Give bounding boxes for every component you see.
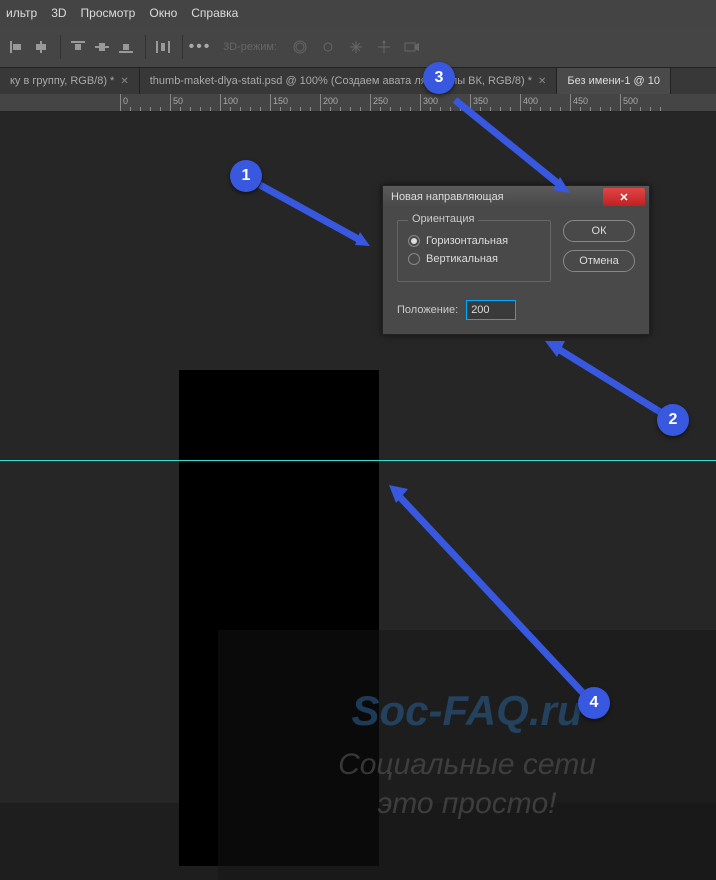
new-guide-dialog: Новая направляющая ✕ Ориентация Горизонт… (382, 185, 650, 335)
close-icon[interactable]: ✕ (538, 76, 546, 87)
ruler-tick-label: 250 (373, 96, 388, 106)
align-left-icon[interactable] (8, 38, 26, 56)
radio-horizontal[interactable]: Горизонтальная (408, 235, 540, 247)
light-icon[interactable] (319, 38, 337, 56)
distribute-vcenter-icon[interactable] (93, 38, 111, 56)
position-input[interactable] (466, 300, 516, 320)
ok-button[interactable]: ОК (563, 220, 635, 242)
move-icon[interactable] (375, 38, 393, 56)
orientation-fieldset: Ориентация Горизонтальная Вертикальная (397, 220, 551, 282)
close-icon[interactable]: ✕ (120, 76, 128, 87)
radio-label: Вертикальная (426, 253, 498, 265)
more-options-icon[interactable]: ••• (191, 38, 209, 56)
toolbar: ••• 3D-режим: (0, 26, 716, 68)
annotation-arrow-3 (445, 95, 585, 205)
dialog-close-button[interactable]: ✕ (603, 188, 645, 206)
close-icon: ✕ (619, 191, 628, 204)
annotation-arrow-1 (255, 180, 385, 260)
annotation-badge-2: 2 (657, 404, 689, 436)
fieldset-legend: Ориентация (408, 213, 478, 225)
document-tab-3[interactable]: Без имени-1 @ 10 (557, 68, 671, 94)
orbit-icon[interactable] (291, 38, 309, 56)
radio-label: Горизонтальная (426, 235, 508, 247)
annotation-arrow-2 (535, 335, 675, 425)
menu-help[interactable]: Справка (191, 6, 238, 20)
menu-view[interactable]: Просмотр (81, 6, 136, 20)
tab-label: Без имени-1 @ 10 (567, 75, 660, 87)
radio-icon (408, 235, 420, 247)
menu-3d[interactable]: 3D (51, 6, 66, 20)
tabs-bar: ку в группу, RGB/8) * ✕ thumb-maket-dlya… (0, 68, 716, 94)
menu-window[interactable]: Окно (149, 6, 177, 20)
ruler-tick-label: 0 (123, 96, 128, 106)
annotation-badge-4: 4 (578, 687, 610, 719)
mode-label: 3D-режим: (217, 39, 283, 55)
ruler-tick-label: 50 (173, 96, 183, 106)
annotation-badge-3: 3 (423, 62, 455, 94)
ruler-tick-label: 100 (223, 96, 238, 106)
radio-vertical[interactable]: Вертикальная (408, 253, 540, 265)
cancel-button[interactable]: Отмена (563, 250, 635, 272)
ruler-tick-label: 300 (423, 96, 438, 106)
distribute-bottom-icon[interactable] (117, 38, 135, 56)
annotation-badge-1: 1 (230, 160, 262, 192)
distribute-horizontal-icon[interactable] (154, 38, 172, 56)
menu-bar: ильтр 3D Просмотр Окно Справка (0, 0, 716, 26)
horizontal-guide[interactable] (0, 460, 716, 461)
annotation-arrow-4 (378, 475, 598, 705)
tagline-text: Социальные сетиэто просто! (338, 745, 596, 823)
camera-icon[interactable] (403, 38, 421, 56)
ruler-tick-label: 200 (323, 96, 338, 106)
distribute-top-icon[interactable] (69, 38, 87, 56)
radio-icon (408, 253, 420, 265)
document-tab-2[interactable]: thumb-maket-dlya-stati.psd @ 100% (Созда… (140, 68, 558, 94)
sparkle-icon[interactable] (347, 38, 365, 56)
tab-label: ку в группу, RGB/8) * (10, 75, 114, 87)
ruler-tick-label: 150 (273, 96, 288, 106)
tab-label: thumb-maket-dlya-stati.psd @ 100% (Созда… (150, 75, 532, 87)
align-center-icon[interactable] (32, 38, 50, 56)
ruler-tick-label: 500 (623, 96, 638, 106)
position-label: Положение: (397, 304, 458, 316)
document-tab-1[interactable]: ку в группу, RGB/8) * ✕ (0, 68, 140, 94)
menu-filter[interactable]: ильтр (6, 6, 37, 20)
horizontal-ruler[interactable]: 050100150200250300350400450500 (0, 94, 716, 112)
